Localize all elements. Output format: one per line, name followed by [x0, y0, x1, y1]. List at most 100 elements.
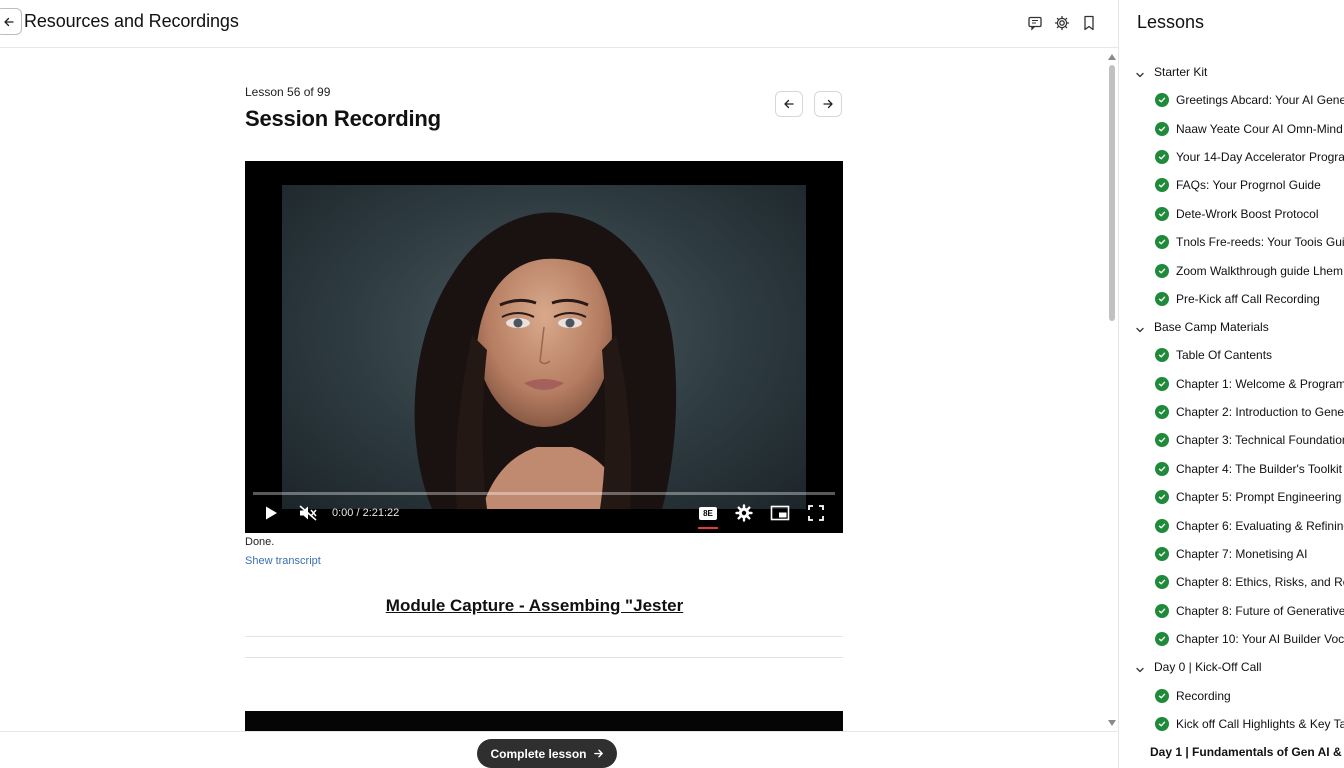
back-button[interactable]: [0, 8, 22, 35]
sidebar-lesson-item[interactable]: FAQs: Your Progrnol Guide: [1119, 171, 1344, 199]
sidebar-lesson-item[interactable]: Greetings Abcard: Your AI Generat: [1119, 86, 1344, 114]
lesson-item-label: Naaw Yeate Cour AI Omn-Mind S: [1176, 121, 1344, 136]
captions-button[interactable]: 8E: [698, 501, 718, 525]
lesson-content: Lesson 56 of 99 Session Recording 0:00 /…: [0, 48, 1118, 731]
chevron-down-icon: [1136, 668, 1144, 673]
secondary-video-player[interactable]: [245, 711, 843, 731]
completed-check-icon: [1155, 291, 1169, 306]
chevron-down-icon-wrap: [1135, 662, 1145, 680]
video-caption: Done.: [245, 536, 275, 548]
lesson-item-label: Chapter 4: The Builder's Toolkit: [1176, 461, 1342, 476]
arrow-left-icon: [4, 17, 14, 26]
video-progress-bar[interactable]: [253, 492, 835, 495]
lesson-item-label: Chapter 7: Monetising AI: [1176, 547, 1308, 562]
bookmark-button[interactable]: [1078, 12, 1100, 34]
checkmark-icon: [1158, 551, 1166, 557]
sidebar-lesson-item[interactable]: Dete-Wrork Boost Protocol: [1119, 200, 1344, 228]
checkmark-icon: [1158, 182, 1166, 188]
sidebar-lesson-item[interactable]: Tnols Fre-reeds: Your Toois Guide: [1119, 228, 1344, 256]
video-frame: [282, 185, 806, 509]
previous-lesson-button[interactable]: [775, 91, 803, 117]
completed-check-icon: [1155, 433, 1169, 448]
checkmark-icon: [1158, 636, 1166, 642]
section-label: Day 1 | Fundamentals of Gen AI &: [1150, 745, 1342, 760]
complete-lesson-label: Complete lesson: [490, 746, 587, 761]
video-settings-button[interactable]: [734, 501, 754, 525]
scroll-up-arrow-icon[interactable]: [1108, 54, 1116, 60]
comments-button[interactable]: [1024, 12, 1046, 34]
miniplayer-button[interactable]: [769, 501, 791, 525]
sidebar-lesson-item[interactable]: Chapter 2: Introduction to Genera: [1119, 398, 1344, 426]
sidebar-lesson-item[interactable]: Zoom Walkthrough guide Lhem: [1119, 256, 1344, 284]
checkmark-icon: [1158, 580, 1166, 585]
checkmark-icon: [1158, 381, 1166, 387]
lessons-list: Starter Kit Greetings Abcard: Your AI Gen…: [1119, 58, 1344, 766]
complete-lesson-button[interactable]: Complete lesson: [477, 739, 617, 768]
checkmark-icon: [1158, 154, 1166, 160]
divider: [245, 657, 843, 658]
sidebar-title: Lessons: [1137, 12, 1205, 32]
lesson-item-label: Chapter 8: Ethics, Risks, and Res: [1176, 575, 1344, 590]
lesson-item-label: Chapter 3: Technical Foundation: [1176, 433, 1344, 448]
play-button[interactable]: [261, 501, 281, 525]
sidebar-lesson-item[interactable]: Chapter 3: Technical Foundation: [1119, 426, 1344, 454]
sidebar-lesson-item[interactable]: Kick off Call Highlights & Key Ta: [1119, 710, 1344, 738]
checkmark-icon: [1158, 523, 1166, 529]
completed-check-icon: [1155, 518, 1169, 533]
main-scrollbar[interactable]: [1106, 48, 1118, 731]
checkmark-icon: [1158, 296, 1166, 302]
show-transcript-link[interactable]: Shew transcript: [245, 555, 321, 567]
sidebar-lesson-item[interactable]: Your 14-Day Accelerator Program: [1119, 143, 1344, 171]
lesson-item-label: Kick off Call Highlights & Key Ta: [1176, 717, 1344, 731]
scroll-down-arrow-icon[interactable]: [1108, 720, 1116, 726]
next-lesson-button[interactable]: [814, 91, 842, 117]
completed-check-icon: [1155, 717, 1169, 731]
picture-in-picture-icon: [770, 505, 790, 521]
sidebar-lesson-item[interactable]: Chapter 1: Welcome & Program O: [1119, 370, 1344, 398]
sidebar-lesson-item[interactable]: Chapter 6: Evaluating & Refining: [1119, 511, 1344, 539]
sidebar-lesson-item[interactable]: Chapter 8: Future of Generative: [1119, 597, 1344, 625]
sidebar-lesson-item[interactable]: Chapter 4: The Builder's Toolkit: [1119, 455, 1344, 483]
checkmark-icon: [1158, 409, 1166, 415]
sidebar-lesson-item[interactable]: Chapter 5: Prompt Engineering: [1119, 483, 1344, 511]
checkmark-icon: [1158, 352, 1166, 358]
scroll-thumb[interactable]: [1109, 65, 1115, 321]
sidebar-section-header[interactable]: Starter Kit: [1119, 58, 1344, 86]
chevron-down-icon-wrap: [1135, 322, 1145, 340]
chevron-down-icon: [1136, 327, 1144, 333]
lesson-item-label: Zoom Walkthrough guide Lhem: [1176, 263, 1343, 278]
checkmark-icon: [1158, 268, 1166, 274]
settings-button[interactable]: [1051, 12, 1073, 34]
sidebar-lesson-item[interactable]: Pre-Kick aff Call Recording: [1119, 285, 1344, 313]
sidebar-lesson-item[interactable]: Chapter 8: Ethics, Risks, and Res: [1119, 568, 1344, 596]
sidebar-lesson-item[interactable]: Chapter 7: Monetising AI: [1119, 540, 1344, 568]
checkmark-icon: [1158, 97, 1166, 103]
checkmark-icon: [1158, 126, 1166, 132]
portrait-image: [414, 212, 677, 509]
captions-active-indicator: [698, 527, 718, 529]
completed-check-icon: [1155, 547, 1169, 562]
sidebar-section-header[interactable]: Day 1 | Fundamentals of Gen AI &: [1119, 738, 1344, 766]
completed-check-icon: [1155, 461, 1169, 476]
muted-speaker-icon: [299, 505, 317, 521]
lessons-sidebar: Lessons Starter Kit Greetings Abcard: You…: [1118, 0, 1344, 768]
lesson-item-label: FAQs: Your Progrnol Guide: [1176, 178, 1321, 193]
lesson-footer: Complete lesson: [0, 731, 1118, 768]
video-player[interactable]: 0:00 / 2:21:22 8E: [245, 161, 843, 533]
gear-icon: [1054, 15, 1070, 31]
lesson-item-label: Your 14-Day Accelerator Program: [1176, 149, 1344, 164]
lesson-item-label: Recording: [1176, 688, 1231, 703]
sidebar-lesson-item[interactable]: Naaw Yeate Cour AI Omn-Mind S: [1119, 114, 1344, 142]
sidebar-lesson-item[interactable]: Chapter 10: Your AI Builder Voca: [1119, 625, 1344, 653]
mute-button[interactable]: [297, 501, 319, 525]
arrow-left-icon: [784, 99, 794, 109]
checkmark-icon: [1158, 693, 1166, 699]
fullscreen-button[interactable]: [806, 501, 826, 525]
completed-check-icon: [1155, 206, 1169, 221]
sidebar-lesson-item[interactable]: Table Of Cantents: [1119, 341, 1344, 369]
module-heading-link[interactable]: Module Capture - Assembing "Jester: [245, 596, 824, 616]
sidebar-lesson-item[interactable]: Recording: [1119, 681, 1344, 709]
arrow-right-icon: [593, 749, 603, 758]
sidebar-section-header[interactable]: Day 0 | Kick-Off Call: [1119, 653, 1344, 681]
sidebar-section-header[interactable]: Base Camp Materials: [1119, 313, 1344, 341]
